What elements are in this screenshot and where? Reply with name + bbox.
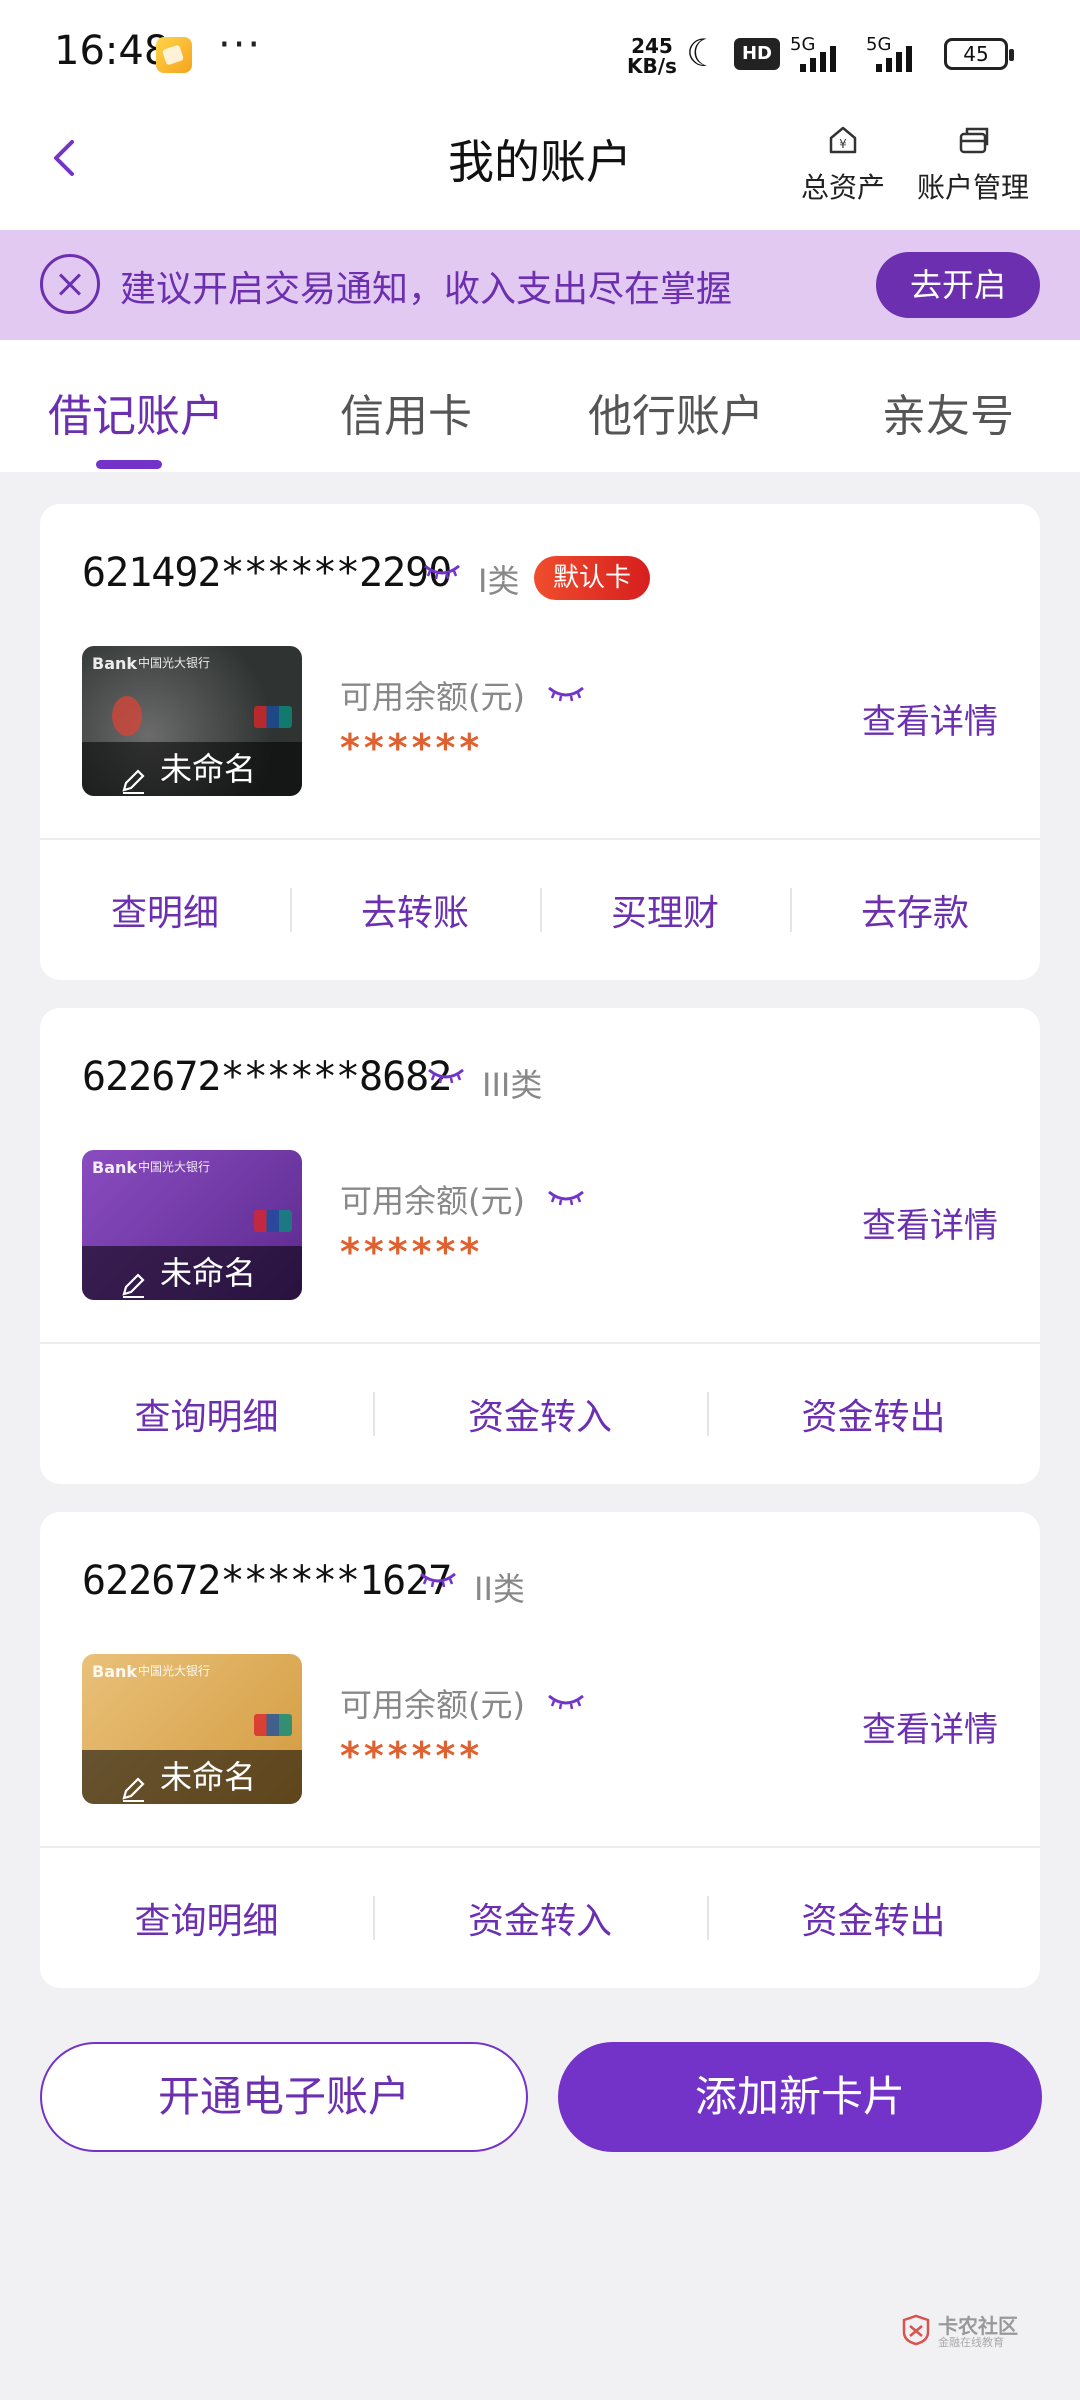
hd-voice-icon: HD <box>734 38 780 70</box>
unionpay-logo <box>254 1210 292 1232</box>
fund-transfer-in-button[interactable]: 资金转入 <box>373 1388 707 1440</box>
eye-closed-icon[interactable] <box>546 684 586 704</box>
account-number: 621492******2290 <box>82 550 452 596</box>
account-card: 622672******1627 II类 Bank 中国光大银行 未命名 可用余… <box>40 1512 1040 1988</box>
eye-closed-icon[interactable] <box>546 1692 586 1712</box>
account-class: II类 <box>474 1570 525 1608</box>
notification-banner: 建议开启交易通知，收入支出尽在掌握 去开启 <box>0 230 1080 340</box>
card-name: 未命名 <box>160 1758 257 1796</box>
edit-icon <box>120 1260 146 1298</box>
account-manage-button[interactable]: 账户管理 <box>913 120 1033 206</box>
view-details-link[interactable]: 查看详情 <box>862 1198 998 1247</box>
more-notifications-icon: ··· <box>218 22 263 68</box>
card-art <box>112 696 142 736</box>
default-card-badge: 默认卡 <box>534 556 650 600</box>
eye-closed-icon[interactable] <box>418 1570 458 1590</box>
svg-text:¥: ¥ <box>839 137 847 151</box>
card-image[interactable]: Bank 中国光大银行 未命名 <box>82 646 302 796</box>
notification-app-icon <box>156 37 192 73</box>
unionpay-logo <box>254 1714 292 1736</box>
account-number: 622672******1627 <box>82 1558 452 1604</box>
bank-name: 中国光大银行 <box>138 656 211 670</box>
total-assets-button[interactable]: ¥ 总资产 <box>783 120 903 206</box>
balance-label: 可用余额(元) <box>340 1686 525 1724</box>
watermark-subtitle: 金融在线教育 <box>938 2336 1004 2349</box>
watermark: 卡农社区 金融在线教育 <box>900 2310 1020 2350</box>
balance-label: 可用余额(元) <box>340 1182 525 1220</box>
balance-label: 可用余额(元) <box>340 678 525 716</box>
deposit-button[interactable]: 去存款 <box>790 884 1040 936</box>
network-speed-unit: KB/s <box>627 54 677 78</box>
fund-transfer-out-button[interactable]: 资金转出 <box>707 1892 1040 1944</box>
edit-icon <box>120 756 146 794</box>
header: 我的账户 ¥ 总资产 账户管理 <box>0 100 1080 230</box>
balance-value: ****** <box>340 1734 484 1778</box>
buy-wealth-product-button[interactable]: 买理财 <box>540 884 790 936</box>
notice-text: 建议开启交易通知，收入支出尽在掌握 <box>120 269 733 310</box>
eye-closed-icon[interactable] <box>422 562 462 582</box>
bank-logo: Bank <box>92 1662 138 1681</box>
bank-name: 中国光大银行 <box>138 1664 211 1678</box>
balance-value: ****** <box>340 1230 484 1274</box>
card-name-bar[interactable]: 未命名 <box>82 1750 302 1804</box>
bank-logo: Bank <box>92 1158 138 1177</box>
view-statement-button[interactable]: 查明细 <box>40 884 290 936</box>
total-assets-label: 总资产 <box>800 171 885 204</box>
network-speed: 245 KB/s <box>627 36 677 76</box>
network-speed-value: 245 <box>631 34 673 58</box>
card-name-bar[interactable]: 未命名 <box>82 742 302 796</box>
status-time: 16:48 <box>54 28 170 74</box>
card-actions: 查明细 去转账 买理财 去存款 <box>40 840 1040 974</box>
account-tabs: 借记账户 信用卡 他行账户 亲友号 <box>0 340 1080 472</box>
tab-other-bank-account[interactable]: 他行账户 <box>588 380 764 444</box>
tab-debit-account[interactable]: 借记账户 <box>48 380 224 444</box>
account-class: I类 <box>478 562 520 600</box>
eye-closed-icon[interactable] <box>426 1066 466 1086</box>
view-details-link[interactable]: 查看详情 <box>862 694 998 743</box>
card-name: 未命名 <box>160 750 257 788</box>
account-class: III类 <box>482 1066 543 1104</box>
tab-family-account[interactable]: 亲友号 <box>882 380 1014 444</box>
bank-name: 中国光大银行 <box>138 1160 211 1174</box>
tab-credit-card[interactable]: 信用卡 <box>340 380 472 444</box>
do-not-disturb-icon: ☾ <box>686 31 721 75</box>
card-name: 未命名 <box>160 1254 257 1292</box>
balance-value: ****** <box>340 726 484 770</box>
fund-transfer-in-button[interactable]: 资金转入 <box>373 1892 707 1944</box>
view-details-link[interactable]: 查看详情 <box>862 1702 998 1751</box>
fund-transfer-out-button[interactable]: 资金转出 <box>707 1388 1040 1440</box>
kanong-logo-icon <box>900 2314 932 2346</box>
close-icon[interactable] <box>40 254 100 314</box>
home-yen-icon: ¥ <box>823 120 863 160</box>
transfer-button[interactable]: 去转账 <box>290 884 540 936</box>
edit-icon <box>120 1764 146 1802</box>
card-image[interactable]: Bank 中国光大银行 未命名 <box>82 1150 302 1300</box>
card-actions: 查询明细 资金转入 资金转出 <box>40 1344 1040 1478</box>
enable-notification-button[interactable]: 去开启 <box>876 252 1040 318</box>
query-statement-button[interactable]: 查询明细 <box>40 1388 373 1440</box>
open-e-account-button[interactable]: 开通电子账户 <box>40 2042 528 2152</box>
unionpay-logo <box>254 706 292 728</box>
card-image[interactable]: Bank 中国光大银行 未命名 <box>82 1654 302 1804</box>
account-card: 622672******8682 III类 Bank 中国光大银行 未命名 可用… <box>40 1008 1040 1484</box>
eye-closed-icon[interactable] <box>546 1188 586 1208</box>
card-manage-icon <box>953 120 993 160</box>
card-actions: 查询明细 资金转入 资金转出 <box>40 1848 1040 1982</box>
add-new-card-button[interactable]: 添加新卡片 <box>558 2042 1042 2152</box>
account-card: 621492******2290 I类 默认卡 Bank 中国光大银行 未命名 … <box>40 504 1040 980</box>
query-statement-button[interactable]: 查询明细 <box>40 1892 373 1944</box>
status-bar: 16:48 ··· 245 KB/s ☾ HD 5G 5G 45 <box>0 0 1080 100</box>
battery-icon: 45 <box>944 38 1014 70</box>
account-number: 622672******8682 <box>82 1054 452 1100</box>
account-manage-label: 账户管理 <box>916 171 1029 204</box>
bank-logo: Bank <box>92 654 138 673</box>
active-tab-indicator <box>96 460 162 469</box>
card-name-bar[interactable]: 未命名 <box>82 1246 302 1300</box>
